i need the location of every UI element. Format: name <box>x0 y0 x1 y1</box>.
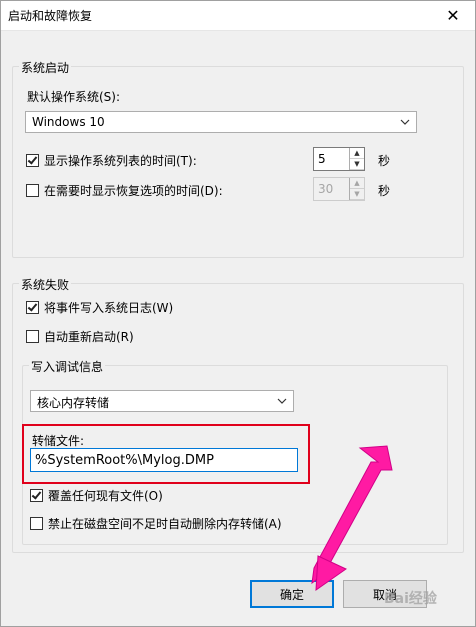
debug-type-value: 核心内存转储 <box>37 396 110 410</box>
default-os-value: Windows 10 <box>32 115 105 129</box>
disable-delete-label: 禁止在磁盘空间不足时自动删除内存转储(A) <box>48 517 282 531</box>
spin-down-icon: ▼ <box>350 189 364 200</box>
show-list-spinner[interactable]: 5 ▲ ▼ <box>313 147 365 171</box>
ok-label: 确定 <box>279 587 304 602</box>
spin-up-icon: ▲ <box>350 178 364 189</box>
show-recovery-row[interactable]: 在需要时显示恢复选项的时间(D): <box>26 182 223 199</box>
write-event-label: 将事件写入系统日志(W) <box>44 301 174 315</box>
ok-button[interactable]: 确定 <box>250 580 334 608</box>
show-list-row[interactable]: 显示操作系统列表的时间(T): <box>26 152 197 169</box>
show-recovery-unit: 秒 <box>378 184 391 198</box>
auto-restart-row[interactable]: 自动重新启动(R) <box>26 328 134 345</box>
startup-legend: 系统启动 <box>19 59 72 76</box>
chevron-down-icon <box>398 114 412 130</box>
auto-restart-label: 自动重新启动(R) <box>44 330 134 344</box>
debug-type-select[interactable]: 核心内存转储 <box>30 390 294 412</box>
title-bar: 启动和故障恢复 ✕ <box>0 0 476 31</box>
watermark: Bai经验 <box>384 591 437 607</box>
overwrite-label: 覆盖任何现有文件(O) <box>48 489 163 503</box>
close-icon: ✕ <box>446 5 460 25</box>
disable-delete-checkbox[interactable] <box>30 517 43 530</box>
default-os-label: 默认操作系统(S): <box>27 90 121 104</box>
show-recovery-spinner: 30 ▲ ▼ <box>313 177 365 201</box>
show-list-checkbox[interactable] <box>26 154 39 167</box>
spin-up-icon[interactable]: ▲ <box>350 148 364 159</box>
show-recovery-label: 在需要时显示恢复选项的时间(D): <box>44 184 223 198</box>
dump-file-input[interactable]: %SystemRoot%\Mylog.DMP <box>30 448 298 472</box>
show-list-value: 5 <box>318 152 326 166</box>
dump-file-label: 转储文件: <box>32 434 85 448</box>
show-list-label: 显示操作系统列表的时间(T): <box>44 154 197 168</box>
auto-restart-checkbox[interactable] <box>26 330 39 343</box>
write-event-checkbox[interactable] <box>26 301 39 314</box>
write-event-row[interactable]: 将事件写入系统日志(W) <box>26 299 173 316</box>
failure-legend: 系统失败 <box>19 276 72 293</box>
window-title: 启动和故障恢复 <box>8 9 93 23</box>
show-recovery-value: 30 <box>318 182 334 196</box>
overwrite-checkbox[interactable] <box>30 489 43 502</box>
show-recovery-checkbox[interactable] <box>26 184 39 197</box>
dump-file-value: %SystemRoot%\Mylog.DMP <box>35 453 214 468</box>
chevron-down-icon <box>275 393 289 409</box>
default-os-select[interactable]: Windows 10 <box>25 111 417 133</box>
spin-down-icon[interactable]: ▼ <box>350 159 364 170</box>
disable-delete-row[interactable]: 禁止在磁盘空间不足时自动删除内存转储(A) <box>30 515 282 532</box>
close-button[interactable]: ✕ <box>430 0 476 30</box>
show-list-unit: 秒 <box>378 154 391 168</box>
overwrite-row[interactable]: 覆盖任何现有文件(O) <box>30 487 163 504</box>
debug-legend: 写入调试信息 <box>29 358 106 375</box>
